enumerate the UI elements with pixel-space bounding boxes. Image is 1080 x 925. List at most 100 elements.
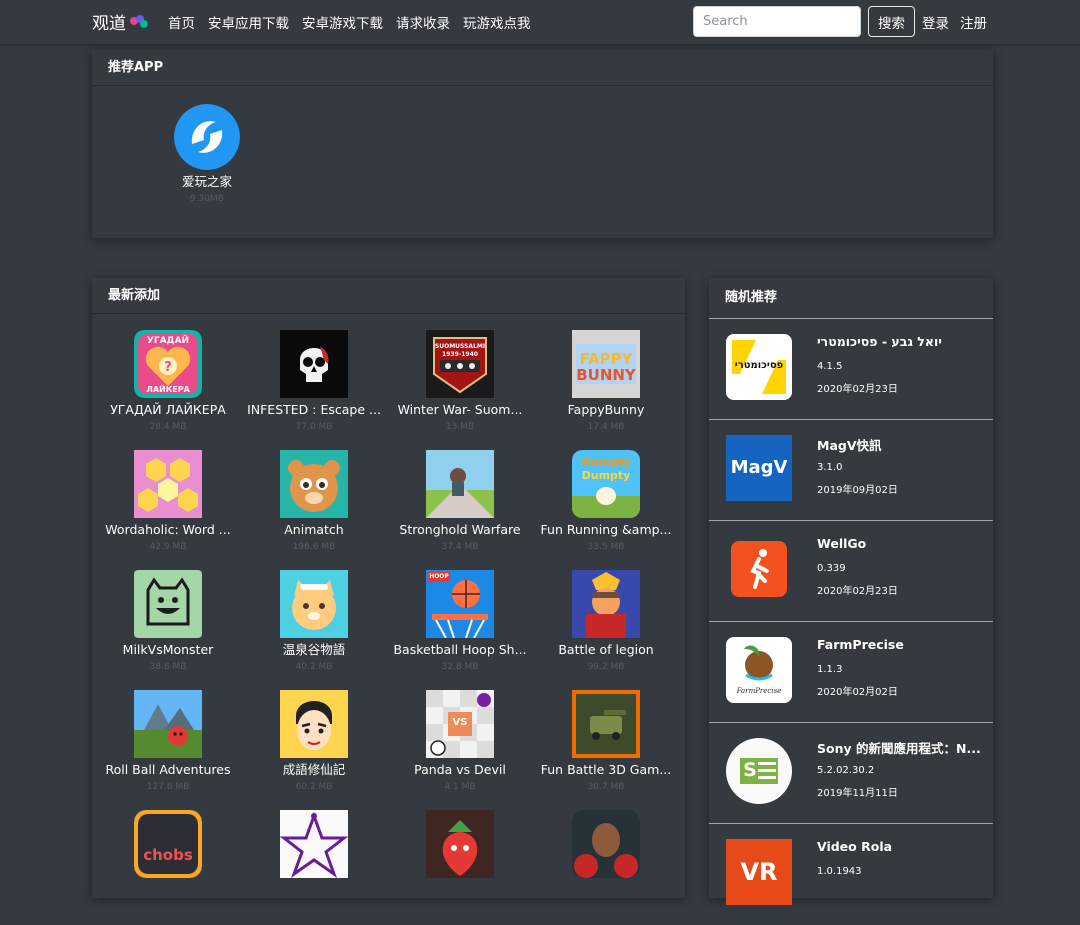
- random-item-date: 2020年02月23日: [817, 586, 898, 597]
- app-tile[interactable]: MilkVsMonster 38.8 MB: [95, 570, 241, 673]
- fappy-bunny-icon: FAPPY BUNNY: [572, 330, 640, 398]
- app-tile[interactable]: HOOP Basketball Hoop Sh... 32.8 MB: [387, 570, 533, 673]
- brand-name: 观道: [92, 14, 126, 34]
- app-name: Fun Battle 3D Gam...: [540, 762, 672, 777]
- random-item-date: 2020年02月23日: [817, 384, 898, 395]
- app-tile[interactable]: Wordaholic: Word ... 42.9 MB: [95, 450, 241, 553]
- random-item[interactable]: S Sony 的新聞應用程式：N... 5.2.02.30.2 2019年11月…: [709, 722, 993, 824]
- nav-play-games[interactable]: 玩游戏点我: [463, 12, 531, 32]
- winter-war-icon: SUOMUSSALMI 1939-1940: [426, 330, 494, 398]
- app-size: 17.4 MB: [587, 422, 625, 432]
- roll-ball-icon: [134, 690, 202, 758]
- app-tile[interactable]: INFESTED : Escape ... 77.0 MB: [241, 330, 387, 433]
- random-item-version: 5.2.02.30.2: [817, 765, 875, 776]
- app-name: 爱玩之家: [181, 174, 232, 189]
- app-tile[interactable]: Battle of legion 99.2 MB: [533, 570, 679, 673]
- cat-icon: [280, 570, 348, 638]
- random-item-date: 2019年11月11日: [817, 788, 898, 799]
- app-tile[interactable]: Animatch 196.6 MB: [241, 450, 387, 553]
- app-size: 99.2 MB: [587, 662, 625, 672]
- hoop-sign-label: HOOP: [429, 573, 449, 580]
- app-name: Fun Running &amp...: [540, 522, 672, 537]
- nav-android-games[interactable]: 安卓游戏下载: [302, 12, 383, 32]
- stronghold-icon: [426, 450, 494, 518]
- humpty-label: Humpty: [581, 456, 631, 469]
- navbar: 观道 首页 安卓应用下载 安卓游戏下载 请求收录 玩游戏点我 搜索 登录 注册: [0, 0, 1080, 44]
- random-item-version: 1.1.3: [817, 664, 843, 675]
- farmprecise-icon: FarmPrecise: [726, 637, 792, 703]
- app-size: 196.6 MB: [292, 542, 336, 552]
- random-item-name: יואל גבע - פסיכומטרי: [817, 334, 942, 349]
- app-tile[interactable]: Stronghold Warfare 37.4 MB: [387, 450, 533, 553]
- random-item-version: 4.1.5: [817, 361, 843, 372]
- random-item[interactable]: WellGo 0.339 2020年02月23日: [709, 520, 993, 622]
- app-tile[interactable]: Roll Ball Adventures 127.6 MB: [95, 690, 241, 793]
- app-size: 13 MB: [445, 422, 475, 432]
- app-size: 127.6 MB: [146, 782, 190, 792]
- random-item[interactable]: פסיכומטרי יואל גבע - פסיכומטרי 4.1.5 202…: [709, 318, 993, 420]
- winter-war-label: SUOMUSSALMI: [434, 343, 486, 350]
- legion-icon: [572, 570, 640, 638]
- dumpty-label: Dumpty: [581, 469, 631, 482]
- random-item[interactable]: VR Video Rola 1.0.1943: [709, 823, 993, 925]
- app-name: MilkVsMonster: [122, 642, 214, 657]
- wellgo-icon: [731, 541, 787, 597]
- app-tile[interactable]: SUOMUSSALMI 1939-1940 Winter War- Suom..…: [387, 330, 533, 433]
- random-item-version: 3.1.0: [817, 462, 843, 473]
- ugaday-icon: ? УГАДАЙ ЛАЙКЕРА: [134, 330, 202, 398]
- app-name: FappyBunny: [567, 402, 645, 417]
- winter-years-label: 1939-1940: [442, 351, 478, 358]
- app-tile[interactable]: 温泉谷物語 40.2 MB: [241, 570, 387, 673]
- random-item[interactable]: MagV MagV快訊 3.1.0 2019年09月02日: [709, 419, 993, 521]
- register-link[interactable]: 注册: [960, 12, 987, 32]
- app-tile[interactable]: [241, 810, 387, 886]
- random-item-date: 2020年02月02日: [817, 687, 898, 698]
- brand-logo-icon: [128, 13, 150, 31]
- search-button[interactable]: 搜索: [868, 6, 915, 37]
- basketball-icon: HOOP: [426, 570, 494, 638]
- app-size: 42.9 MB: [149, 542, 187, 552]
- skull-icon: [280, 330, 348, 398]
- random-item[interactable]: FarmPrecise FarmPrecise 1.1.3 2020年02月02…: [709, 621, 993, 723]
- app-size: 40.2 MB: [295, 662, 333, 672]
- app-tile[interactable]: [533, 810, 679, 886]
- psychometric-label: פסיכומטרי: [734, 360, 784, 371]
- recommended-title: 推荐APP: [92, 50, 993, 86]
- app-tile[interactable]: ? УГАДАЙ ЛАЙКЕРА УГАДАЙ ЛАЙКЕРА 28.4 MB: [95, 330, 241, 433]
- app-size: 38.8 MB: [149, 662, 187, 672]
- app-size: 37.4 MB: [441, 542, 479, 552]
- random-item-name: FarmPrecise: [817, 637, 904, 652]
- app-size: 33.5 MB: [587, 542, 625, 552]
- app-size: 77.0 MB: [295, 422, 333, 432]
- app-name: Basketball Hoop Sh...: [393, 642, 527, 657]
- app-tile[interactable]: FAPPY BUNNY FappyBunny 17.4 MB: [533, 330, 679, 433]
- app-size: 9.30MB: [190, 194, 224, 204]
- panda-vs-label: VS: [452, 717, 468, 728]
- recommended-app[interactable]: 爱玩之家 9.30MB: [134, 104, 280, 205]
- humpty-dumpty-icon: Humpty Dumpty: [572, 450, 640, 518]
- brand[interactable]: 观道: [92, 9, 150, 34]
- app-tile[interactable]: Fun Battle 3D Gam... 30.7 MB: [533, 690, 679, 793]
- dolphins-icon: [174, 104, 240, 170]
- app-name: 成語修仙記: [282, 762, 346, 777]
- app-tile[interactable]: VS Panda vs Devil 4.1 MB: [387, 690, 533, 793]
- search-input[interactable]: [693, 6, 861, 37]
- nav-request[interactable]: 请求收录: [396, 12, 450, 32]
- app-name: Roll Ball Adventures: [105, 762, 231, 777]
- app-name: Wordaholic: Word ...: [105, 522, 231, 537]
- app-tile[interactable]: 成語修仙記 60.2 MB: [241, 690, 387, 793]
- nav-links: 首页 安卓应用下载 安卓游戏下载 请求收录 玩游戏点我: [168, 12, 544, 32]
- app-size: 28.4 MB: [149, 422, 187, 432]
- strawberry-icon: [426, 810, 494, 878]
- app-tile[interactable]: [387, 810, 533, 886]
- app-tile[interactable]: Humpty Dumpty Fun Running &amp... 33.5 M…: [533, 450, 679, 553]
- panda-devil-icon: VS: [426, 690, 494, 758]
- app-tile[interactable]: chobs: [95, 810, 241, 886]
- nav-android-apps[interactable]: 安卓应用下载: [208, 12, 289, 32]
- svg-text:?: ?: [164, 360, 172, 375]
- random-title: 随机推荐: [725, 290, 778, 305]
- random-item-name: MagV快訊: [817, 438, 882, 453]
- star-drawing-icon: [280, 810, 348, 878]
- nav-home[interactable]: 首页: [168, 12, 195, 32]
- login-link[interactable]: 登录: [922, 12, 949, 32]
